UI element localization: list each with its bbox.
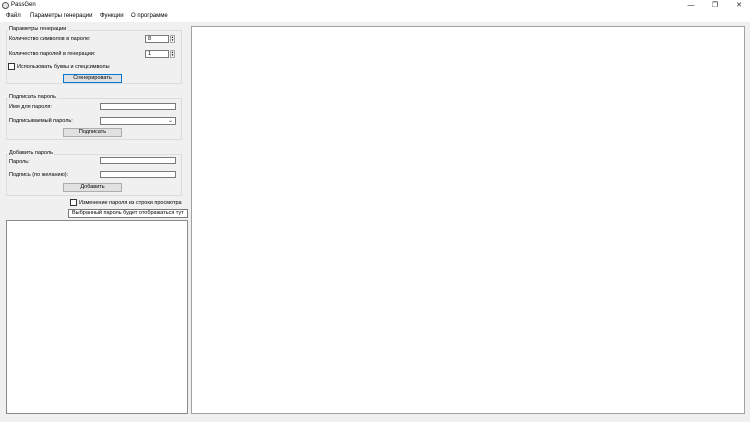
target-password-label: Подписываемый пароль: xyxy=(9,118,73,124)
window-title: PassGen xyxy=(11,2,36,8)
app-icon xyxy=(2,2,9,9)
generate-button[interactable]: Сгенерировать xyxy=(63,74,122,83)
spin-down-icon[interactable]: ▼ xyxy=(171,54,174,57)
close-button[interactable]: ✕ xyxy=(732,1,746,10)
menu-about[interactable]: О программе xyxy=(131,13,168,19)
chevron-down-icon[interactable]: ⌄ xyxy=(168,117,173,124)
menu-functions[interactable]: Функции xyxy=(100,13,124,19)
add-password-title: Добавить пароль xyxy=(8,150,54,156)
selected-password-field[interactable]: Выбранный пароль будет отображаться тут xyxy=(68,209,188,218)
password-name-label: Имя для пароля: xyxy=(9,104,52,110)
restore-button[interactable]: ❐ xyxy=(708,1,722,10)
menu-file[interactable]: Файл xyxy=(6,13,21,19)
sign-password-title: Подписать пароль xyxy=(8,94,57,100)
change-from-view-label: Изменение пароля из строки просмотра xyxy=(79,200,182,206)
target-password-select[interactable]: ⌄ xyxy=(100,117,176,125)
use-special-checkbox[interactable] xyxy=(8,63,15,70)
signature-label: Подпись (по желанию): xyxy=(9,172,69,178)
spin-down-icon[interactable]: ▼ xyxy=(171,39,174,42)
use-special-label: Использовать буквы и спецсимволы xyxy=(17,64,110,70)
minimize-button[interactable]: — xyxy=(684,1,698,10)
menu-gen-params[interactable]: Параметры генерации xyxy=(30,13,93,19)
title-bar xyxy=(0,0,750,12)
password-list[interactable] xyxy=(6,220,188,414)
password-name-input[interactable] xyxy=(100,103,176,110)
symbols-count-stepper[interactable]: ▲ ▼ xyxy=(170,35,175,43)
symbols-count-label: Количество символов в пароле: xyxy=(9,36,91,42)
passwords-count-label: Количество паролей в генерации: xyxy=(9,51,96,57)
signature-input[interactable] xyxy=(100,171,176,178)
symbols-count-input[interactable]: 8 xyxy=(145,35,169,43)
password-view-panel[interactable] xyxy=(191,26,745,414)
passwords-count-input[interactable]: 1 xyxy=(145,50,169,58)
change-from-view-checkbox[interactable] xyxy=(70,199,77,206)
password-label: Пароль: xyxy=(9,159,30,165)
password-input[interactable] xyxy=(100,157,176,164)
passwords-count-stepper[interactable]: ▲ ▼ xyxy=(170,50,175,58)
sign-button[interactable]: Подписать xyxy=(63,128,122,137)
add-button[interactable]: Добавить xyxy=(63,183,122,192)
gen-params-title: Параметры генерации xyxy=(8,26,68,32)
